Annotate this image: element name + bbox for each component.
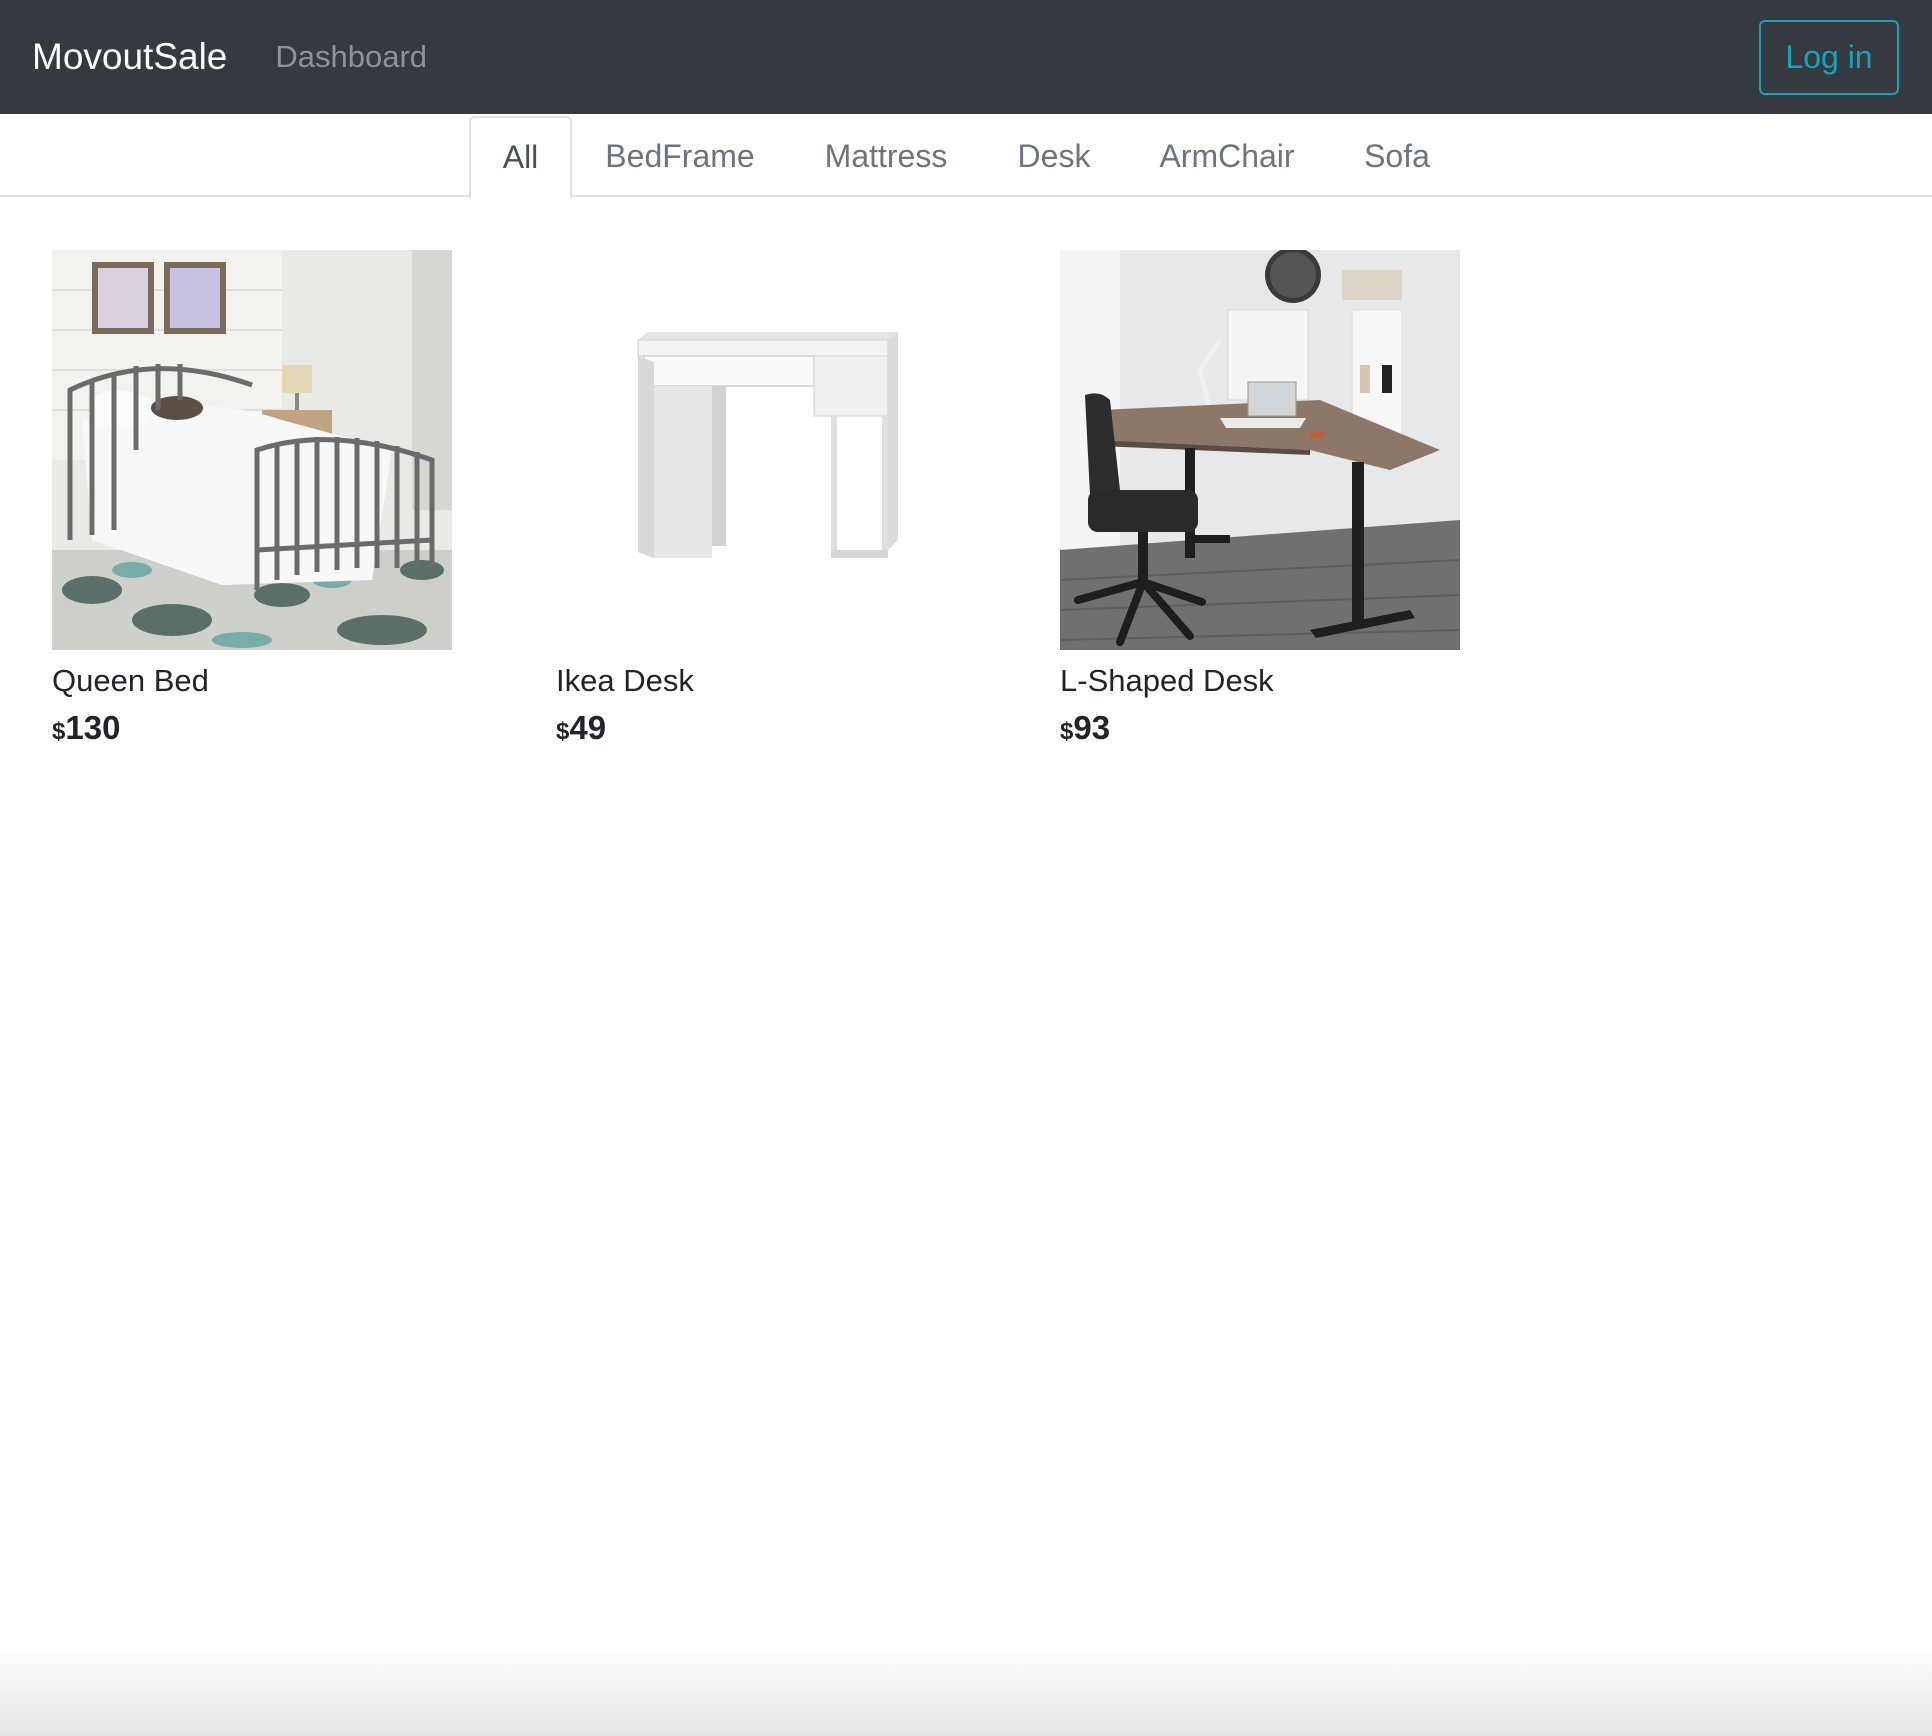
listing-card[interactable]: L-Shaped Desk $93 [1060, 250, 1460, 752]
currency-symbol: $ [1060, 718, 1074, 745]
top-navbar: MovoutSale Dashboard Log in [0, 0, 1932, 114]
window-bottom-shadow [0, 1646, 1932, 1736]
currency-symbol: $ [52, 718, 66, 745]
listing-title[interactable]: L-Shaped Desk [1060, 662, 1460, 700]
price-value: 130 [65, 709, 121, 746]
tab-mattress[interactable]: Mattress [808, 116, 964, 197]
price-value: 93 [1073, 709, 1111, 746]
listing-price: $130 [52, 708, 452, 752]
listing-price: $49 [556, 708, 956, 752]
listing-card[interactable]: Ikea Desk $49 [556, 250, 956, 752]
dashboard-link[interactable]: Dashboard [275, 39, 427, 75]
tab-all[interactable]: All [469, 116, 572, 199]
tab-bedframe[interactable]: BedFrame [592, 116, 768, 197]
tab-desk[interactable]: Desk [1004, 116, 1104, 197]
login-button[interactable]: Log in [1759, 20, 1899, 95]
bed-image[interactable] [52, 250, 452, 650]
listing-card[interactable]: Queen Bed $130 [52, 250, 452, 752]
brand-link[interactable]: MovoutSale [32, 36, 227, 78]
category-tabs: All BedFrame Mattress Desk ArmChair Sofa [0, 114, 1932, 199]
price-value: 49 [569, 709, 607, 746]
white-desk-image[interactable] [556, 250, 956, 650]
listing-price: $93 [1060, 708, 1460, 752]
tab-sofa[interactable]: Sofa [1350, 116, 1444, 197]
tab-armchair[interactable]: ArmChair [1144, 116, 1310, 197]
currency-symbol: $ [556, 718, 570, 745]
listing-title[interactable]: Ikea Desk [556, 662, 956, 700]
listing-title[interactable]: Queen Bed [52, 662, 452, 700]
l-shaped-desk-image[interactable] [1060, 250, 1460, 650]
